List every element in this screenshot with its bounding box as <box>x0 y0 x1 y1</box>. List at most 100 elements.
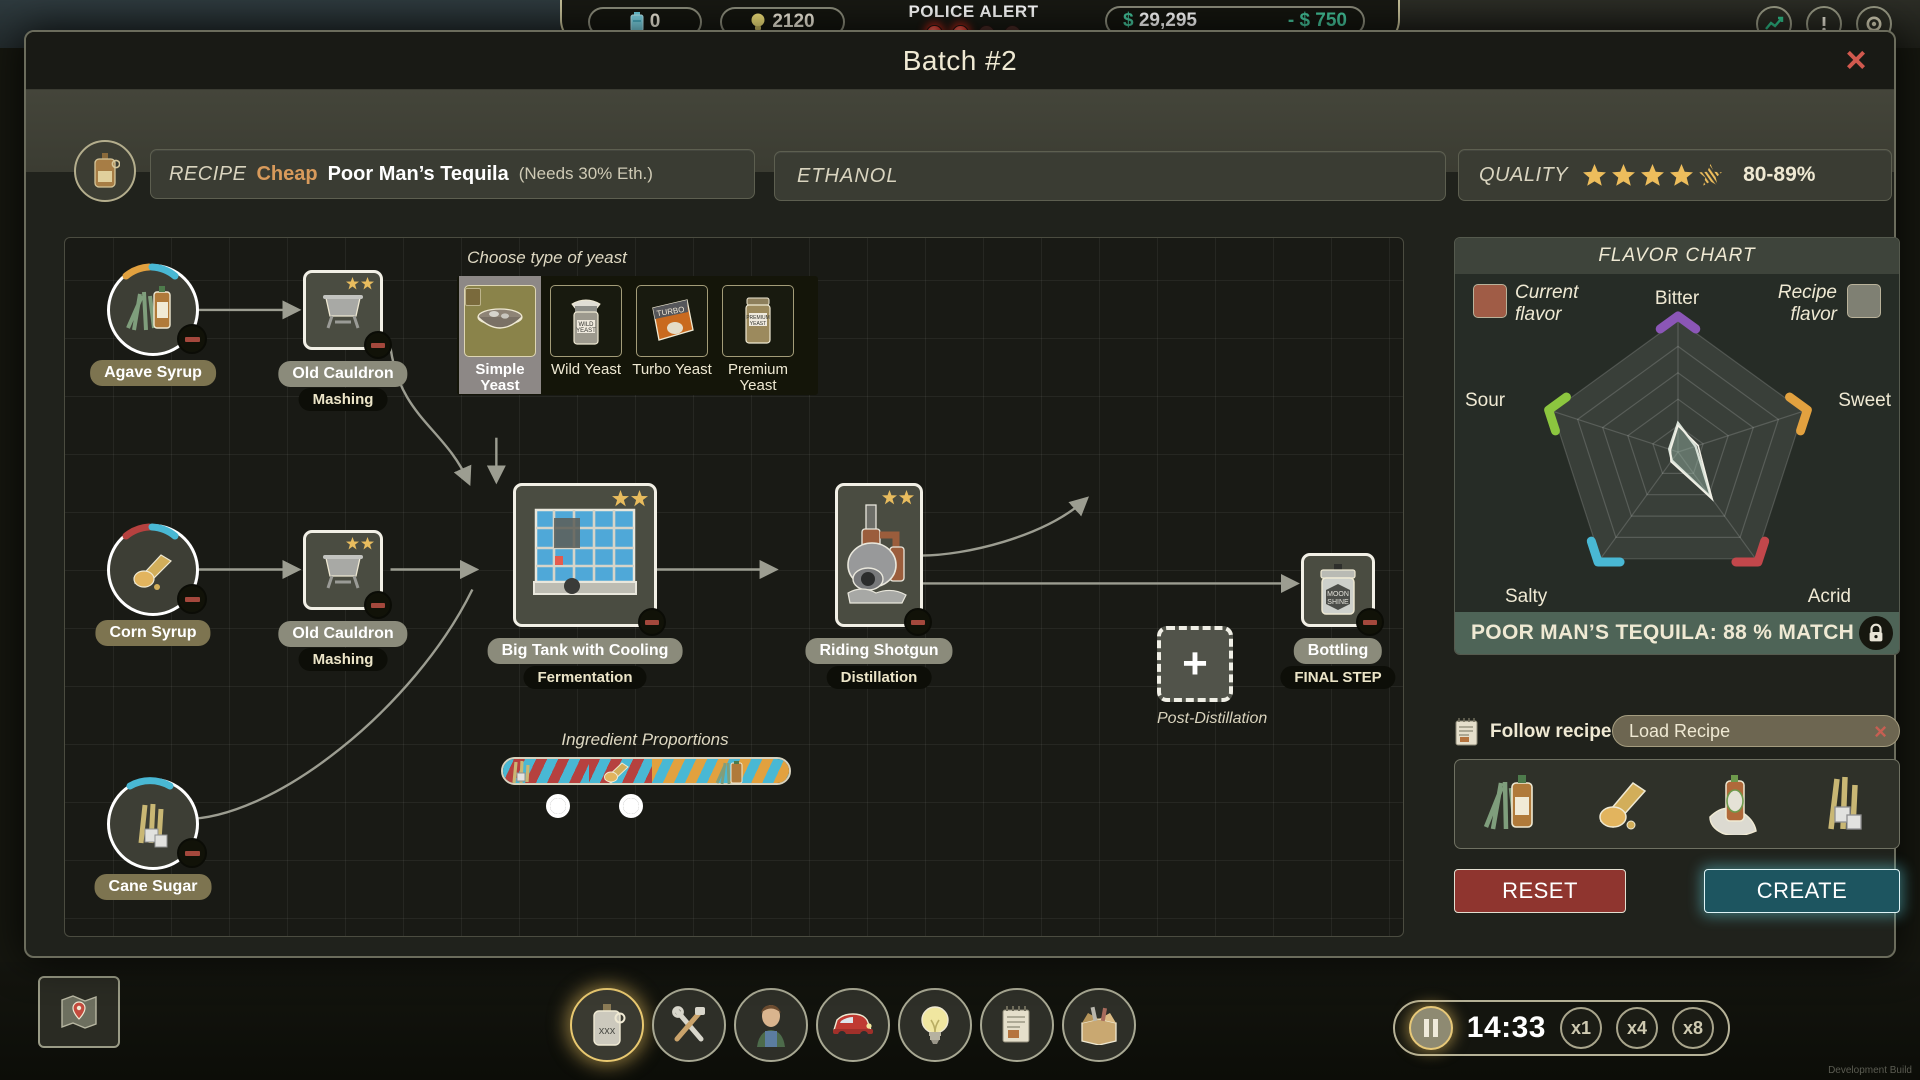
tab-notes[interactable] <box>980 988 1054 1062</box>
police-alert-label: POLICE ALERT <box>866 2 1081 22</box>
proportion-handle-1[interactable] <box>546 794 570 818</box>
lock-icon[interactable] <box>1859 616 1893 650</box>
recipe-requirement: (Needs 30% Eth.) <box>519 164 653 184</box>
close-icon[interactable]: × <box>1838 42 1874 78</box>
machine-stage: Distillation <box>827 666 932 689</box>
remove-machine-button[interactable] <box>904 608 932 636</box>
remove-machine-button[interactable] <box>1356 608 1384 636</box>
reset-button[interactable]: RESET <box>1454 869 1626 913</box>
tab-vehicles[interactable] <box>816 988 890 1062</box>
moonshine-jar-icon: MOON SHINE <box>1313 562 1363 618</box>
machine-node-riding-shotgun[interactable]: Riding Shotgun Distillation <box>835 483 923 627</box>
cane-sugar-icon[interactable] <box>1815 773 1873 835</box>
machine-stars <box>882 490 914 505</box>
yeast-option-premium[interactable]: PREMIUM YEAST Premium Yeast <box>717 276 799 394</box>
still-icon <box>842 503 916 607</box>
currency-symbol: $ <box>1123 10 1134 31</box>
pause-button[interactable] <box>1409 1006 1453 1050</box>
speed-button-x4[interactable]: x4 <box>1616 1007 1658 1049</box>
yeast-label: Turbo Yeast <box>631 362 713 378</box>
ingredient-label: Corn Syrup <box>95 620 210 646</box>
ethanol-label: ETHANOL <box>797 165 898 188</box>
ingredient-node-corn-syrup[interactable]: Corn Syrup <box>107 524 199 616</box>
remove-machine-button[interactable] <box>638 608 666 636</box>
recipe-field-label: RECIPE <box>169 163 246 186</box>
yeast-label: Simple Yeast <box>459 362 541 394</box>
time-controls[interactable]: 14:33 x1 x4 x8 <box>1393 1000 1730 1056</box>
map-button[interactable] <box>38 976 120 1048</box>
tab-production[interactable]: xxx <box>570 988 644 1062</box>
maple-syrup-icon[interactable] <box>1704 773 1762 835</box>
flavor-chart-card: FLAVOR CHART Current flavor Recipe flavo… <box>1454 237 1900 655</box>
machine-node-big-tank[interactable]: Big Tank with Cooling Fermentation <box>513 483 657 627</box>
yeast-selected-badge <box>465 288 481 306</box>
post-distillation-add-slot[interactable]: + <box>1157 626 1233 702</box>
remove-machine-button[interactable] <box>364 331 392 359</box>
load-recipe-value: Load Recipe <box>1629 721 1730 742</box>
cauldron-icon <box>318 548 368 592</box>
ingredient-node-agave-syrup[interactable]: Agave Syrup <box>107 264 199 356</box>
production-graph[interactable]: Agave Syrup Corn Syrup <box>64 237 1404 937</box>
create-button[interactable]: CREATE <box>1704 869 1900 913</box>
map-pin-icon <box>59 992 99 1032</box>
machine-stage: FINAL STEP <box>1280 666 1395 689</box>
tab-row[interactable]: xxx <box>570 988 1136 1062</box>
jug-icon: xxx <box>587 1002 627 1048</box>
ingredient-node-cane-sugar[interactable]: Cane Sugar <box>107 778 199 870</box>
recipe-ingredient-strip <box>1454 759 1900 849</box>
remove-ingredient-button[interactable] <box>177 584 207 614</box>
svg-text:MOON: MOON <box>1327 591 1349 598</box>
yeast-option-wild[interactable]: WILD YEAST Wild Yeast <box>545 276 627 378</box>
jug-icon <box>90 151 120 191</box>
proportion-handle-2[interactable] <box>619 794 643 818</box>
post-distillation-label: Post-Distillation <box>1157 710 1233 728</box>
star-full-icon <box>1640 163 1665 188</box>
flavor-chart-title: FLAVOR CHART <box>1598 245 1755 267</box>
machine-stage: Mashing <box>299 648 388 671</box>
speed-button-x1[interactable]: x1 <box>1560 1007 1602 1049</box>
recipe-avatar <box>74 140 136 202</box>
recipe-name: Poor Man’s Tequila <box>328 163 509 186</box>
clear-recipe-icon[interactable]: × <box>1874 719 1887 745</box>
turbo-yeast-icon: TURBO <box>647 296 697 346</box>
plus-icon: + <box>1182 649 1208 680</box>
star-full-icon <box>1611 163 1636 188</box>
quality-stars <box>1582 163 1723 188</box>
machine-node-bottling[interactable]: MOON SHINE Bottling FINAL STEP <box>1301 553 1375 627</box>
remove-ingredient-button[interactable] <box>177 324 207 354</box>
quality-field: QUALITY 80-89% <box>1458 149 1892 201</box>
tab-tools[interactable] <box>652 988 726 1062</box>
premium-yeast-icon: PREMIUM YEAST <box>739 294 777 348</box>
remove-ingredient-button[interactable] <box>177 838 207 868</box>
remove-machine-button[interactable] <box>364 591 392 619</box>
yeast-selector[interactable]: Simple Yeast WILD YEAST Wild Yeast <box>457 276 818 395</box>
tab-inventory[interactable] <box>1062 988 1136 1062</box>
worker-icon <box>751 1003 791 1047</box>
star-full-icon <box>1669 163 1694 188</box>
tab-staff[interactable] <box>734 988 808 1062</box>
yeast-option-turbo[interactable]: TURBO Turbo Yeast <box>631 276 713 378</box>
recipe-field[interactable]: RECIPE Cheap Poor Man’s Tequila (Needs 3… <box>150 149 755 199</box>
lightbulb-icon <box>750 12 766 32</box>
machine-node-old-cauldron-1[interactable]: Old Cauldron Mashing <box>303 270 383 350</box>
lightbulb-icon <box>919 1003 951 1047</box>
machine-node-old-cauldron-2[interactable]: Old Cauldron Mashing <box>303 530 383 610</box>
tools-icon <box>669 1005 709 1045</box>
car-icon <box>831 1010 875 1040</box>
batch-dialog: Batch #2 × RECIPE Cheap Poor Man’s Tequi… <box>24 30 1896 958</box>
load-recipe-button[interactable]: Load Recipe × <box>1612 715 1900 747</box>
yeast-option-simple[interactable]: Simple Yeast <box>459 276 541 394</box>
axis-label-acrid: Acrid <box>1808 586 1851 608</box>
machine-stars <box>346 277 374 290</box>
svg-text:xxx: xxx <box>599 1025 616 1037</box>
corn-syrup-icon[interactable] <box>1593 773 1651 835</box>
svg-text:YEAST: YEAST <box>576 328 596 334</box>
machine-stars <box>346 537 374 550</box>
tab-research[interactable] <box>898 988 972 1062</box>
machine-label: Riding Shotgun <box>805 638 952 664</box>
ethanol-field[interactable]: ETHANOL <box>774 151 1446 201</box>
radar-chart <box>1455 274 1900 614</box>
agave-syrup-icon[interactable] <box>1482 773 1540 835</box>
speed-button-x8[interactable]: x8 <box>1672 1007 1714 1049</box>
quality-percent: 80-89% <box>1743 163 1815 187</box>
